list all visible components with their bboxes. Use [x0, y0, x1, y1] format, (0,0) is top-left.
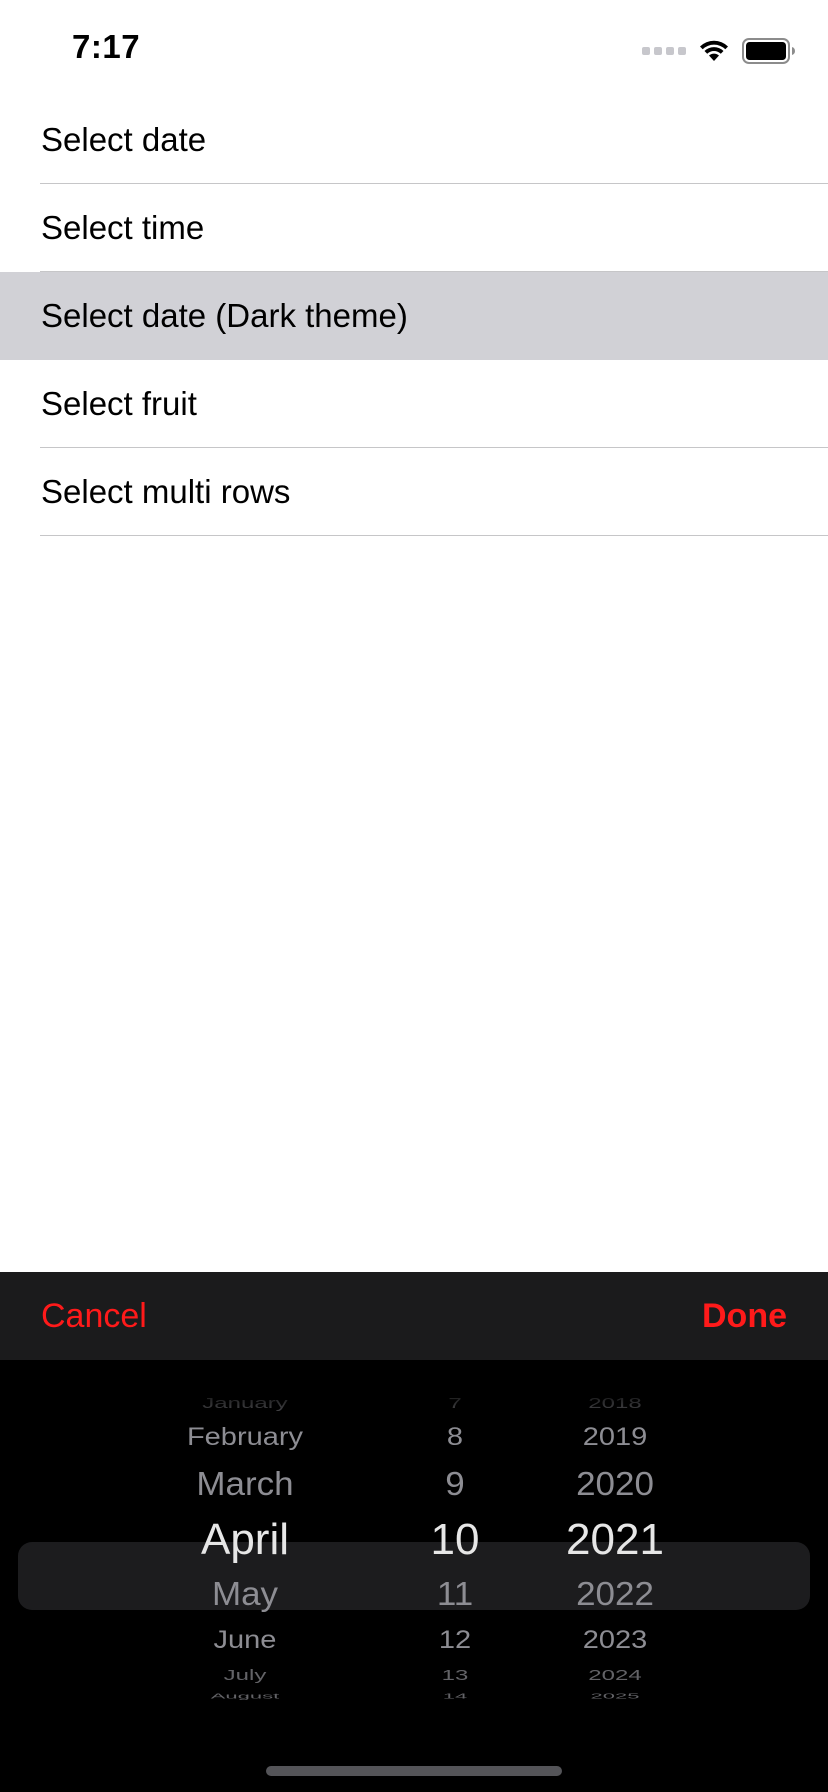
picker-toolbar: Cancel Done [0, 1272, 828, 1360]
list-item-select-multi-rows[interactable]: Select multi rows [0, 448, 828, 536]
status-time: 7:17 [72, 28, 141, 65]
list-item-label: Select multi rows [41, 473, 291, 510]
list-item-label: Select date [41, 121, 207, 158]
picker-month-option[interactable]: July [100, 1669, 390, 1683]
picker-day-option[interactable]: 9 [420, 1467, 490, 1500]
list-item-label: Select time [41, 209, 205, 246]
picker-month-option[interactable]: June [100, 1628, 390, 1654]
cancel-button[interactable]: Cancel [41, 1297, 147, 1336]
list-item-label: Select fruit [41, 385, 197, 422]
list-item-label: Select date (Dark theme) [41, 297, 408, 334]
date-picker: December January February March April May June… [0, 1360, 828, 1792]
status-icons [642, 36, 796, 66]
home-indicator [266, 1766, 562, 1776]
month-wheel[interactable]: December January February March April May June… [100, 1360, 390, 1792]
picker-month-option[interactable]: February [100, 1425, 390, 1451]
picker-month-option[interactable]: May [100, 1577, 390, 1610]
battery-icon [742, 38, 796, 64]
picker-year-option[interactable]: 2022 [540, 1577, 690, 1610]
picker-day-option[interactable]: 14 [420, 1692, 490, 1700]
picker-year-option[interactable]: 2018 [540, 1397, 690, 1411]
picker-year-option[interactable]: 2021 [540, 1518, 690, 1562]
list-item-select-fruit[interactable]: Select fruit [0, 360, 828, 448]
cellular-dots-icon [642, 47, 686, 55]
list-item-select-date[interactable]: Select date [0, 96, 828, 184]
picker-year-option[interactable]: 2025 [540, 1692, 690, 1700]
picker-month-option[interactable]: January [100, 1397, 390, 1411]
picker-month-option[interactable]: March [100, 1467, 390, 1500]
options-list: Select date Select time Select date (Dar… [0, 96, 828, 536]
picker-day-option[interactable]: 12 [420, 1628, 490, 1654]
year-wheel[interactable]: 2017 2018 2019 2020 2021 2022 2023 2024 2025 [540, 1360, 690, 1792]
day-wheel[interactable]: 6 7 8 9 10 11 12 13 14 [420, 1360, 490, 1792]
picker-day-option[interactable]: 10 [420, 1518, 490, 1562]
picker-year-option[interactable]: 2023 [540, 1628, 690, 1654]
picker-day-option[interactable]: 13 [420, 1669, 490, 1683]
picker-day-option[interactable]: 6 [420, 1376, 490, 1384]
picker-year-option[interactable]: 2019 [540, 1425, 690, 1451]
picker-day-option[interactable]: 8 [420, 1425, 490, 1451]
done-button[interactable]: Done [702, 1297, 787, 1336]
picker-year-option[interactable]: 2020 [540, 1467, 690, 1500]
picker-year-option[interactable]: 2024 [540, 1669, 690, 1683]
picker-day-option[interactable]: 7 [420, 1397, 490, 1411]
list-item-select-time[interactable]: Select time [0, 184, 828, 272]
picker-year-option[interactable]: 2017 [540, 1376, 690, 1384]
status-bar: 7:17 [0, 0, 828, 96]
picker-month-option[interactable]: December [100, 1376, 390, 1384]
row-separator [40, 535, 828, 536]
wifi-icon [698, 39, 730, 63]
picker-day-option[interactable]: 11 [420, 1577, 490, 1610]
picker-month-option[interactable]: August [100, 1692, 390, 1700]
picker-month-option[interactable]: April [100, 1518, 390, 1562]
list-item-select-date-dark-theme[interactable]: Select date (Dark theme) [0, 272, 828, 360]
